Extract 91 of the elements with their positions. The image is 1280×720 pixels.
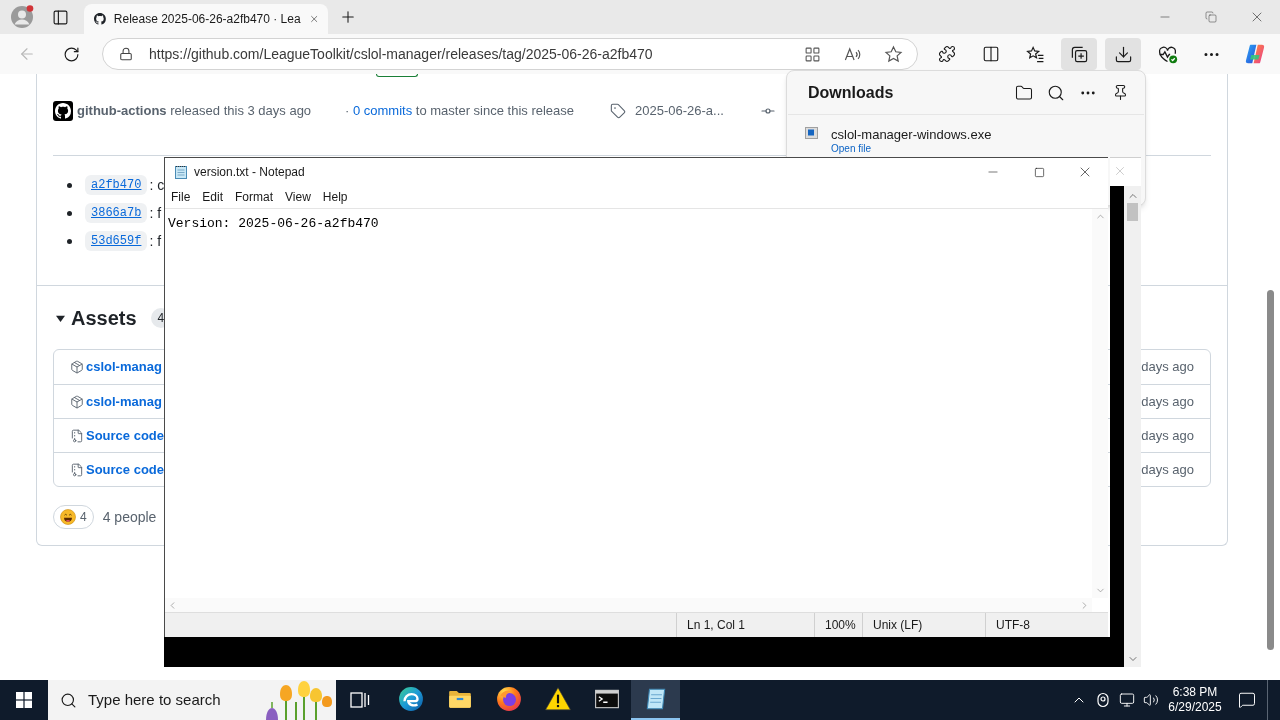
- toolbar-button[interactable]: [1061, 38, 1097, 70]
- task-view-icon[interactable]: [350, 691, 370, 709]
- assets-title: Assets: [71, 306, 137, 331]
- swirl-browser-icon[interactable]: [397, 686, 424, 712]
- asset-link[interactable]: Source code: [86, 459, 165, 480]
- label-bottom-edge: [376, 74, 418, 77]
- menu-item[interactable]: Help: [316, 188, 354, 206]
- reaction-count: 4: [80, 509, 87, 526]
- smiley-icon: [60, 509, 76, 525]
- author-link[interactable]: github-actions: [77, 103, 167, 119]
- bullet-icon: [67, 182, 72, 188]
- asset-link[interactable]: cslol-manag: [86, 357, 162, 377]
- commit-message: : f: [149, 231, 162, 251]
- address-bar[interactable]: https://github.com/LeagueToolkit/cslol-manager/releases/tag/2025-06-26-a2fb470: [102, 38, 918, 70]
- status-text: 100%: [825, 617, 856, 634]
- status-text: Unix (LF): [873, 617, 923, 634]
- commit-message: : c: [149, 175, 165, 195]
- tag-icon: [610, 103, 626, 119]
- device-icon[interactable]: [1095, 692, 1111, 708]
- menu-item[interactable]: Format: [229, 188, 280, 206]
- profile-avatar-icon[interactable]: [10, 5, 34, 29]
- start-icon[interactable]: [16, 692, 32, 708]
- flame-browser-icon[interactable]: [495, 686, 522, 712]
- document-text: Version: 2025-06-26-a2fb470: [168, 216, 379, 231]
- tab-actions-icon[interactable]: [51, 8, 69, 26]
- menu-item[interactable]: View: [279, 188, 317, 206]
- release-info: github-actions released this 3 days ago: [77, 102, 312, 121]
- url-text: https://github.com/LeagueToolkit/cslol-manager/releases/tag/2025-06-26-a2fb470: [149, 44, 653, 64]
- downloads-title: Downloads: [808, 82, 895, 103]
- favorite-star-icon[interactable]: [884, 44, 903, 64]
- asset-date: days ago: [1141, 460, 1194, 479]
- favorites-icon[interactable]: [1025, 44, 1045, 64]
- tag-link[interactable]: 2025-06-26-a...: [635, 101, 724, 121]
- apps-icon[interactable]: [804, 45, 821, 63]
- commit-link[interactable]: a2fb470: [85, 175, 148, 195]
- search-box[interactable]: Type here to search: [48, 680, 336, 720]
- clock-time[interactable]: 6:38 PM: [1172, 685, 1218, 700]
- taskbar-app[interactable]: [631, 680, 680, 720]
- asset-date: days ago: [1141, 392, 1194, 411]
- commits-link[interactable]: 0 commits: [352, 103, 413, 119]
- notifications-icon[interactable]: [1238, 691, 1256, 709]
- notepad-icon: [173, 164, 189, 180]
- commit-message: : f: [149, 203, 162, 223]
- bullet-icon: [67, 210, 72, 216]
- warning-icon[interactable]: [544, 686, 571, 712]
- file-icon: [805, 127, 818, 139]
- commit-link[interactable]: 3866a7b: [85, 203, 148, 223]
- site-logo-icon: [94, 11, 106, 27]
- toolbar-button[interactable]: [1105, 38, 1141, 70]
- asset-link[interactable]: Source code: [86, 425, 165, 446]
- extensions-icon[interactable]: [938, 45, 956, 63]
- status-text: Ln 1, Col 1: [687, 617, 746, 634]
- network-icon[interactable]: [1119, 692, 1135, 708]
- maximize-icon[interactable]: [1033, 166, 1045, 178]
- download-filename: cslol-manager-windows.exe: [831, 127, 992, 143]
- collections-icon[interactable]: [1069, 44, 1089, 64]
- zip-file-icon: [70, 428, 84, 443]
- status-text: UTF-8: [996, 617, 1030, 634]
- menu-item[interactable]: Edit: [196, 188, 230, 206]
- menu-item[interactable]: File: [165, 188, 197, 206]
- window-title: version.txt - Notepad: [194, 164, 306, 181]
- package-icon: [70, 394, 84, 409]
- scrollbar-thumb: [1127, 203, 1138, 221]
- close-icon: [1113, 164, 1127, 178]
- commit-link[interactable]: 53d659f: [85, 231, 148, 251]
- package-icon: [70, 360, 84, 374]
- lock-icon: [119, 47, 133, 61]
- split-screen-icon[interactable]: [982, 45, 1000, 63]
- caret-icon[interactable]: [56, 313, 65, 323]
- reaction-summary: 4 people: [102, 507, 157, 527]
- assistant-icon[interactable]: [1244, 43, 1266, 65]
- folder-icon[interactable]: [1015, 83, 1033, 102]
- asset-date: days ago: [1141, 426, 1194, 445]
- search-field[interactable]: Type here to search: [88, 688, 238, 712]
- tab-title: Release 2025-06-26-a2fb470 · Lea: [113, 11, 301, 28]
- browser-tab[interactable]: Release 2025-06-26-a2fb470 · Lea: [84, 4, 328, 34]
- bullet-icon: [67, 238, 72, 244]
- open-file-link[interactable]: Open file: [831, 143, 992, 155]
- new-tab-icon[interactable]: [339, 8, 357, 26]
- asset-date: days ago: [1141, 358, 1194, 377]
- zip-file-icon: [70, 462, 84, 477]
- refresh-icon[interactable]: [62, 45, 80, 63]
- asset-link[interactable]: cslol-manag: [86, 391, 162, 412]
- clock-date[interactable]: 6/29/2025: [1168, 700, 1222, 715]
- search-icon: [60, 691, 77, 709]
- download-icon[interactable]: [1113, 44, 1133, 64]
- scrollbar-thumb[interactable]: [1267, 290, 1274, 650]
- commits-note: · 0 commits to master since this release: [345, 102, 576, 121]
- author-avatar-icon: [53, 101, 73, 121]
- volume-icon[interactable]: [1143, 692, 1159, 708]
- search-icon[interactable]: [1047, 83, 1065, 102]
